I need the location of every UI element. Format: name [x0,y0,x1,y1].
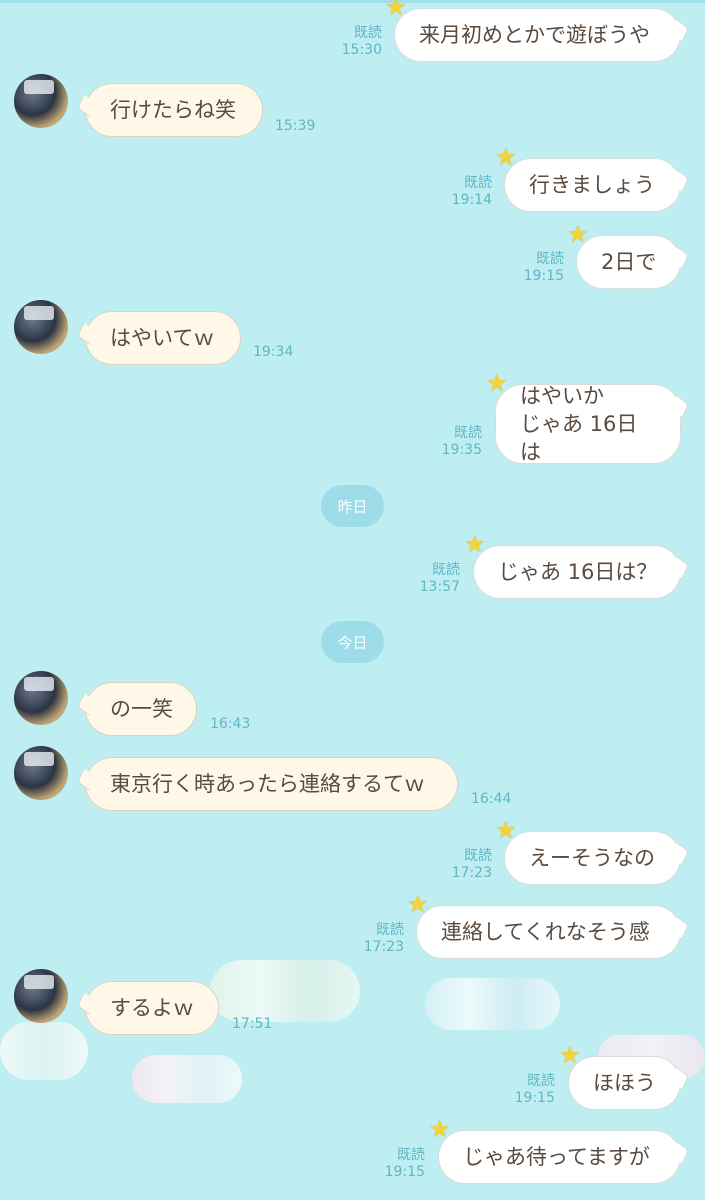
user-avatar[interactable] [14,74,68,128]
message-bubble-outgoing[interactable]: ★ 2日で [567,222,681,289]
message-text: 東京行く時あったら連絡するてｗ [110,772,425,796]
message-meta: 既読 13:57 [408,562,460,596]
cloud-decoration [132,1055,242,1103]
message-time: 19:14 [451,192,492,208]
message-text: の一笑 [110,697,173,721]
star-icon: ★ [429,1115,451,1143]
star-icon: ★ [495,816,517,844]
message-time: 19:34 [253,344,294,360]
star-icon: ★ [464,530,486,558]
user-avatar[interactable] [14,300,68,354]
cloud-decoration [0,1022,88,1080]
message-bubble-outgoing[interactable]: ★ 行きましょう [495,145,681,212]
message-bubble-incoming[interactable]: するよｗ [85,981,219,1035]
message-bubble-outgoing[interactable]: ★ 連絡してくれなそう感 [407,892,681,959]
read-receipt: 既読 [432,562,460,578]
message-bubble-outgoing[interactable]: ★ じゃあ 16日は？ [464,532,681,599]
read-receipt: 既読 [376,922,404,938]
star-icon: ★ [385,0,407,21]
message-meta: 既読 19:15 [503,1073,555,1107]
message-time: 17:23 [451,865,492,881]
star-icon: ★ [559,1041,581,1069]
message-text: するよｗ [110,996,194,1020]
read-receipt: 既読 [527,1073,555,1089]
message-text: 来月初めとかで遊ぼうや [419,23,650,47]
message-time: 19:15 [384,1164,425,1180]
message-meta: 既読 15:30 [330,25,382,59]
message-meta: 既読 19:35 [430,425,482,459]
message-bubble-outgoing[interactable]: ★ はやいか じゃあ 16日は [486,371,681,464]
message-meta: 既読 17:23 [352,922,404,956]
cloud-decoration [210,960,360,1022]
message-text: 連絡してくれなそう感 [441,920,650,944]
message-time: 13:57 [419,579,460,595]
message-text: 行けたらね笑 [110,98,236,122]
message-bubble-outgoing[interactable]: ★ えーそうなの [495,818,681,885]
message-text-line2: じゃあ 16日は [520,412,638,464]
message-time: 19:15 [514,1090,555,1106]
message-text: はやいてｗ [110,326,215,350]
star-icon: ★ [407,890,429,918]
date-divider-today: 今日 [321,621,384,663]
message-bubble-outgoing[interactable]: ★ じゃあ待ってますが [429,1117,681,1184]
message-text: 行きましょう [529,173,655,197]
message-time: 17:23 [363,939,404,955]
message-bubble-incoming[interactable]: の一笑 [85,682,197,736]
message-time: 19:35 [441,442,482,458]
message-time: 15:30 [341,42,382,58]
read-receipt: 既読 [454,425,482,441]
read-receipt: 既読 [536,251,564,267]
message-text: じゃあ待ってますが [463,1145,650,1169]
read-receipt: 既読 [464,848,492,864]
message-text: じゃあ 16日は？ [498,560,658,584]
message-text: ほほう [593,1071,656,1095]
read-receipt: 既読 [397,1147,425,1163]
top-edge [0,0,705,3]
message-time: 16:43 [210,716,251,732]
message-bubble-incoming[interactable]: はやいてｗ [85,311,241,365]
message-time: 19:15 [523,268,564,284]
star-icon: ★ [567,220,589,248]
message-time: 15:39 [275,118,316,134]
cloud-decoration [425,978,560,1030]
message-meta: 既読 19:15 [512,251,564,285]
star-icon: ★ [486,369,508,397]
message-text-line1: はやいか [520,384,604,408]
read-receipt: 既読 [464,175,492,191]
message-bubble-incoming[interactable]: 行けたらね笑 [85,83,263,137]
message-bubble-outgoing[interactable]: ★ 来月初めとかで遊ぼうや [385,0,681,62]
user-avatar[interactable] [14,969,68,1023]
date-divider-yesterday: 昨日 [321,485,384,527]
read-receipt: 既読 [354,25,382,41]
star-icon: ★ [495,143,517,171]
user-avatar[interactable] [14,746,68,800]
message-text: 2日で [601,250,657,274]
message-bubble-incoming[interactable]: 東京行く時あったら連絡するてｗ [85,757,458,811]
user-avatar[interactable] [14,671,68,725]
message-text: えーそうなの [529,846,655,870]
message-time: 16:44 [471,791,512,807]
message-bubble-outgoing[interactable]: ★ ほほう [559,1043,681,1110]
message-meta: 既読 19:15 [373,1147,425,1181]
message-meta: 既読 19:14 [440,175,492,209]
message-meta: 既読 17:23 [440,848,492,882]
message-time: 17:51 [232,1016,273,1032]
